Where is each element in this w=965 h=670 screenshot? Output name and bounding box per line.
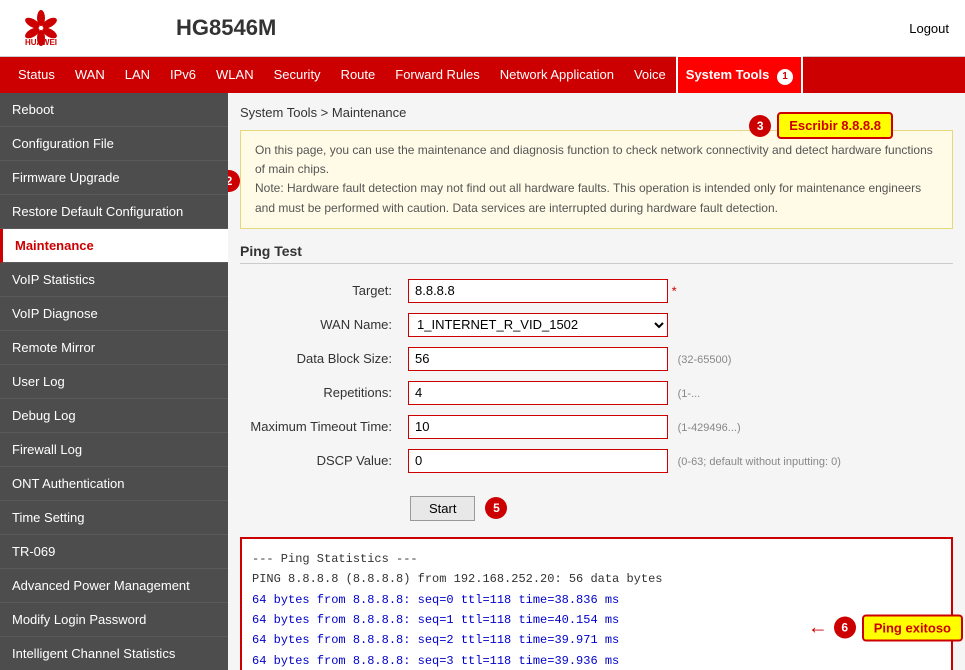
target-label: Target: bbox=[240, 274, 400, 308]
data-block-label: Data Block Size: bbox=[240, 342, 400, 376]
repetitions-input[interactable] bbox=[408, 381, 668, 405]
wan-name-row: WAN Name: 1_INTERNET_R_VID_1502 2_TR069_… bbox=[240, 308, 953, 342]
sidebar-item-power-mgmt[interactable]: Advanced Power Management bbox=[0, 569, 228, 603]
dscp-hint: (0-63; default without inputting: 0) bbox=[678, 456, 841, 468]
sidebar-item-user-log[interactable]: User Log bbox=[0, 365, 228, 399]
wan-name-label: WAN Name: bbox=[240, 308, 400, 342]
sidebar-item-reboot[interactable]: Reboot bbox=[0, 93, 228, 127]
model-name: HG8546M bbox=[176, 15, 909, 41]
sidebar-item-debug-log[interactable]: Debug Log bbox=[0, 399, 228, 433]
sidebar-item-config-file[interactable]: Configuration File bbox=[0, 127, 228, 161]
sidebar-item-tr069[interactable]: TR-069 bbox=[0, 535, 228, 569]
ping-result-line-5: 64 bytes from 8.8.8.8: seq=3 ttl=118 tim… bbox=[252, 651, 941, 670]
sidebar-item-firmware[interactable]: Firmware Upgrade bbox=[0, 161, 228, 195]
nav-ipv6[interactable]: IPv6 bbox=[160, 57, 206, 93]
data-block-hint: (32-65500) bbox=[678, 354, 732, 366]
sidebar-item-maintenance[interactable]: Maintenance bbox=[0, 229, 228, 263]
nav-lan[interactable]: LAN bbox=[115, 57, 160, 93]
ping-result-line-2: 64 bytes from 8.8.8.8: seq=0 ttl=118 tim… bbox=[252, 590, 941, 610]
dscp-input[interactable] bbox=[408, 449, 668, 473]
repetitions-hint: (1-... bbox=[678, 388, 701, 400]
sidebar-item-voip-stats[interactable]: VoIP Statistics bbox=[0, 263, 228, 297]
logo-area: HUAWEI bbox=[16, 8, 176, 48]
main-layout: Reboot Configuration File Firmware Upgra… bbox=[0, 93, 965, 670]
sidebar-item-remote-mirror[interactable]: Remote Mirror bbox=[0, 331, 228, 365]
step6-annotation: ← 6 Ping exitoso bbox=[808, 614, 963, 641]
info-box: On this page, you can use the maintenanc… bbox=[240, 130, 953, 229]
step2-circle: 2 bbox=[228, 170, 240, 192]
nav-security[interactable]: Security bbox=[264, 57, 331, 93]
required-star: * bbox=[672, 283, 677, 298]
svg-text:HUAWEI: HUAWEI bbox=[25, 38, 57, 47]
repetitions-row: Repetitions: (1-... bbox=[240, 376, 953, 410]
repetitions-label: Repetitions: bbox=[240, 376, 400, 410]
dscp-row: DSCP Value: (0-63; default without input… bbox=[240, 444, 953, 478]
ping-form: Target: * WAN Name: 1_INTERNET_R_VID_150… bbox=[240, 274, 953, 478]
timeout-row: Maximum Timeout Time: (1-429496...) bbox=[240, 410, 953, 444]
timeout-input[interactable] bbox=[408, 415, 668, 439]
sidebar: Reboot Configuration File Firmware Upgra… bbox=[0, 93, 228, 670]
ping-result-line-1: PING 8.8.8.8 (8.8.8.8) from 192.168.252.… bbox=[252, 569, 941, 589]
wan-name-select[interactable]: 1_INTERNET_R_VID_1502 2_TR069_R_VID_1503 bbox=[408, 313, 668, 337]
info-text2: Note: Hardware fault detection may not f… bbox=[255, 181, 921, 214]
info-text1: On this page, you can use the maintenanc… bbox=[255, 143, 933, 176]
timeout-hint: (1-429496...) bbox=[678, 422, 741, 434]
data-block-input[interactable] bbox=[408, 347, 668, 371]
nav-route[interactable]: Route bbox=[331, 57, 386, 93]
data-block-row: Data Block Size: (32-65500) bbox=[240, 342, 953, 376]
nav-voice[interactable]: Voice bbox=[624, 57, 676, 93]
navbar: Status WAN LAN IPv6 WLAN Security Route … bbox=[0, 57, 965, 93]
logout-button[interactable]: Logout bbox=[909, 21, 949, 36]
sidebar-item-time-setting[interactable]: Time Setting bbox=[0, 501, 228, 535]
sidebar-item-modify-login[interactable]: Modify Login Password bbox=[0, 603, 228, 637]
nav-status[interactable]: Status bbox=[8, 57, 65, 93]
content-area: System Tools > Maintenance On this page,… bbox=[228, 93, 965, 670]
start-button[interactable]: Start bbox=[410, 496, 475, 521]
sidebar-item-channel-stats[interactable]: Intelligent Channel Statistics bbox=[0, 637, 228, 670]
target-row: Target: * bbox=[240, 274, 953, 308]
sidebar-item-voip-diagnose[interactable]: VoIP Diagnose bbox=[0, 297, 228, 331]
header: HUAWEI HG8546M Logout bbox=[0, 0, 965, 57]
ping-result-box: --- Ping Statistics --- PING 8.8.8.8 (8.… bbox=[240, 537, 953, 670]
step5-circle: 5 bbox=[485, 497, 507, 519]
nav-system-tools[interactable]: System Tools 1 bbox=[676, 55, 803, 95]
step3-annotation: 3 Escribir 8.8.8.8 bbox=[749, 112, 893, 139]
ping-test-title: Ping Test bbox=[240, 243, 953, 264]
target-input[interactable] bbox=[408, 279, 668, 303]
nav-forward-rules[interactable]: Forward Rules bbox=[385, 57, 490, 93]
sidebar-item-restore[interactable]: Restore Default Configuration bbox=[0, 195, 228, 229]
sidebar-item-firewall-log[interactable]: Firewall Log bbox=[0, 433, 228, 467]
huawei-logo: HUAWEI bbox=[16, 8, 66, 48]
dscp-label: DSCP Value: bbox=[240, 444, 400, 478]
sidebar-item-ont-auth[interactable]: ONT Authentication bbox=[0, 467, 228, 501]
nav-wan[interactable]: WAN bbox=[65, 57, 115, 93]
ping-result-line-0: --- Ping Statistics --- bbox=[252, 549, 941, 569]
timeout-label: Maximum Timeout Time: bbox=[240, 410, 400, 444]
nav-network-application[interactable]: Network Application bbox=[490, 57, 624, 93]
nav-wlan[interactable]: WLAN bbox=[206, 57, 264, 93]
nav-badge: 1 bbox=[777, 69, 793, 85]
